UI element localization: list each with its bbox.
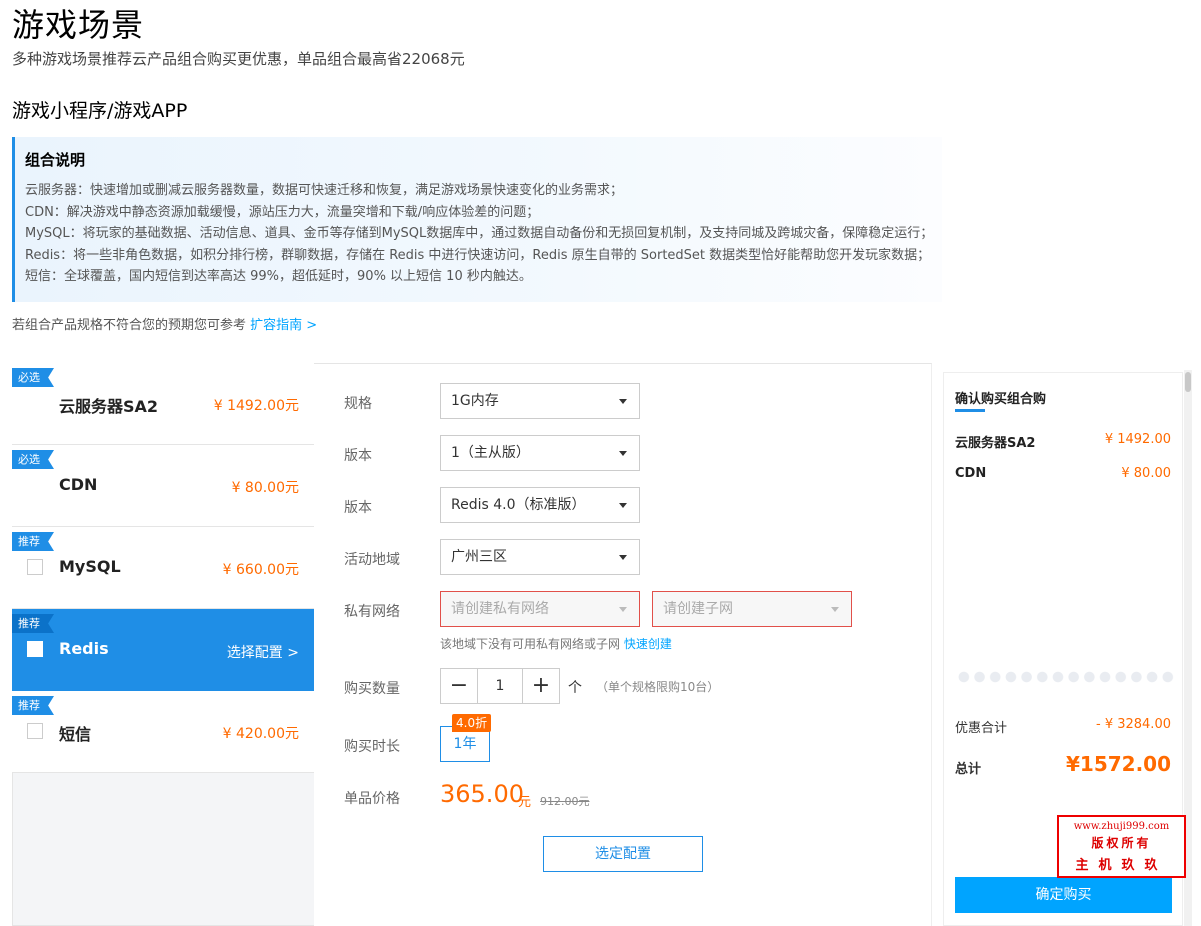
version-value: 1（主从版）	[451, 445, 530, 461]
required-tag: 必选	[12, 450, 54, 469]
recommend-tag: 推荐	[12, 696, 54, 715]
vpc-select[interactable]: 请创建私有网络	[440, 591, 640, 627]
caret-down-icon	[831, 607, 839, 612]
sms-checkbox[interactable]	[27, 723, 43, 739]
quantity-label: 购买数量	[344, 681, 400, 697]
product-price: ¥ 80.00元	[231, 480, 299, 496]
product-price: ¥ 1492.00元	[213, 398, 299, 414]
product-price: ¥ 660.00元	[222, 562, 299, 578]
mysql-checkbox[interactable]	[27, 559, 43, 575]
total-label: 总计	[955, 762, 982, 777]
unit-price: 365.00	[440, 780, 524, 808]
summary-item-name: CDN	[955, 466, 987, 481]
quantity-stepper: − 1 +	[440, 668, 560, 704]
total-value: ¥1572.00	[1065, 752, 1171, 776]
description-line-cvm: 云服务器：快速增加或删减云服务器数量，数据可快速迁移和恢复，满足游戏场景快速变化…	[25, 183, 624, 198]
unit-price-currency: 元	[518, 795, 532, 810]
product-name: Redis	[59, 639, 109, 658]
vpc-placeholder: 请创建私有网络	[451, 601, 549, 617]
watermark-copyright: 版权所有	[1091, 836, 1152, 850]
subnet-placeholder: 请创建子网	[663, 601, 733, 617]
section-title: 游戏小程序/游戏APP	[12, 100, 188, 122]
region-select[interactable]: 广州三区	[440, 539, 640, 575]
redis-config-panel: 规格 1G内存 版本 1（主从版） 版本 Redis 4.0（标准版） 活动地域…	[314, 363, 932, 926]
hint-text: 若组合产品规格不符合您的预期您可参考	[12, 318, 247, 333]
summary-title-underline	[955, 409, 985, 412]
dotted-divider	[956, 669, 1176, 685]
combo-description: 组合说明 云服务器：快速增加或删减云服务器数量，数据可快速迁移和恢复，满足游戏场…	[12, 137, 942, 302]
page-subtitle: 多种游戏场景推荐云产品组合购买更优惠，单品组合最高省22068元	[12, 50, 465, 68]
description-line-redis: Redis：将一些非角色数据，如积分排行榜，群聊数据，存储在 Redis 中进行…	[25, 247, 931, 263]
summary-item-name: 云服务器SA2	[955, 436, 1036, 451]
caret-down-icon	[619, 399, 627, 404]
watermark-brand: 主机玖玖	[1075, 858, 1168, 873]
quantity-input[interactable]: 1	[477, 669, 523, 703]
discount-badge: 4.0折	[452, 714, 492, 732]
product-item-cdn[interactable]: 必选 CDN ¥ 80.00元	[12, 445, 314, 527]
confirm-config-button[interactable]: 选定配置	[543, 836, 703, 872]
summary-item-price: ¥ 1492.00	[1104, 432, 1171, 447]
engine-version-select[interactable]: Redis 4.0（标准版）	[440, 487, 640, 523]
scrollbar-thumb[interactable]	[1185, 372, 1191, 392]
product-item-cvm[interactable]: 必选 云服务器SA2 ¥ 1492.00元	[12, 363, 314, 445]
engine-version-label: 版本	[344, 500, 372, 516]
expansion-hint: 若组合产品规格不符合您的预期您可参考 扩容指南 >	[12, 314, 317, 333]
duration-label: 购买时长	[344, 739, 400, 755]
description-line-mysql: MySQL：将玩家的基础数据、活动信息、道具、金币等存储到MySQL数据库中，通…	[25, 226, 934, 241]
original-price: 912.00元	[540, 795, 590, 808]
select-config-link[interactable]: 选择配置 >	[227, 642, 299, 662]
vpc-hint: 该地域下没有可用私有网络或子网 快速创建	[440, 635, 672, 652]
region-label: 活动地域	[344, 552, 400, 568]
product-name: 云服务器SA2	[59, 397, 159, 416]
version-select[interactable]: 1（主从版）	[440, 435, 640, 471]
product-item-sms[interactable]: 推荐 短信 ¥ 420.00元	[12, 691, 314, 773]
description-line-cdn: CDN：解决游戏中静态资源加载缓慢，源站压力大，流量突增和下载/响应体验差的问题…	[25, 204, 540, 220]
discount-total-label: 优惠合计	[955, 721, 1008, 736]
copyright-watermark: www.zhuji999.com 版权所有 主机玖玖	[1057, 815, 1186, 878]
page-title: 游戏场景	[12, 6, 145, 44]
caret-down-icon	[619, 451, 627, 456]
spec-select[interactable]: 1G内存	[440, 383, 640, 419]
summary-title: 确认购买组合购	[955, 392, 1047, 407]
product-item-redis[interactable]: 推荐 Redis 选择配置 >	[12, 609, 327, 691]
description-line-sms: 短信：全球覆盖，国内短信到达率高达 99%，超低延时，90% 以上短信 10 秒…	[25, 269, 532, 284]
product-name: CDN	[59, 475, 98, 494]
description-title: 组合说明	[25, 151, 86, 169]
confirm-purchase-button[interactable]: 确定购买	[955, 877, 1172, 913]
product-name: 短信	[59, 725, 92, 744]
spec-label: 规格	[344, 396, 372, 412]
summary-item-price: ¥ 80.00	[1121, 466, 1171, 481]
subnet-select[interactable]: 请创建子网	[652, 591, 852, 627]
vpc-label: 私有网络	[344, 604, 400, 620]
caret-down-icon	[619, 503, 627, 508]
version-label: 版本	[344, 448, 372, 464]
spec-value: 1G内存	[451, 393, 499, 409]
discount-total-value: - ¥ 3284.00	[1096, 717, 1171, 732]
vpc-hint-text: 该地域下没有可用私有网络或子网	[440, 637, 621, 651]
quantity-unit: 个	[568, 680, 582, 696]
recommend-tag: 推荐	[12, 532, 54, 551]
engine-version-value: Redis 4.0（标准版）	[451, 497, 586, 513]
plus-button[interactable]: +	[523, 669, 559, 703]
product-item-mysql[interactable]: 推荐 MySQL ¥ 660.00元	[12, 527, 314, 609]
minus-button[interactable]: −	[441, 669, 477, 703]
watermark-url: www.zhuji999.com	[1073, 821, 1170, 832]
region-value: 广州三区	[451, 549, 507, 565]
recommend-tag: 推荐	[12, 614, 54, 633]
quantity-limit: （单个规格限购10台）	[596, 680, 720, 694]
expansion-guide-link[interactable]: 扩容指南 >	[250, 318, 317, 333]
unit-price-label: 单品价格	[344, 791, 400, 807]
caret-down-icon	[619, 607, 627, 612]
quick-create-link[interactable]: 快速创建	[624, 637, 672, 651]
product-name: MySQL	[59, 557, 121, 576]
required-tag: 必选	[12, 368, 54, 387]
product-price: ¥ 420.00元	[222, 726, 299, 742]
redis-checkbox[interactable]	[27, 641, 43, 657]
caret-down-icon	[619, 555, 627, 560]
